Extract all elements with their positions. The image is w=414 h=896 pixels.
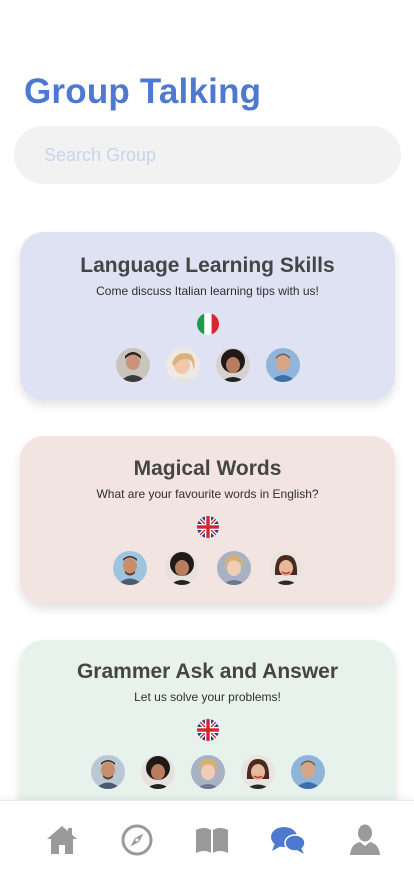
- tab-groups[interactable]: [270, 822, 306, 858]
- group-description: Come discuss Italian learning tips with …: [96, 284, 319, 298]
- member-avatars: [20, 755, 395, 789]
- uk-flag-icon: [196, 516, 219, 538]
- avatar[interactable]: [216, 551, 251, 585]
- avatar[interactable]: [240, 755, 275, 789]
- avatar[interactable]: [268, 551, 303, 585]
- avatar[interactable]: [112, 551, 147, 585]
- avatar[interactable]: [265, 348, 300, 382]
- page-title: Group Talking: [24, 72, 262, 111]
- uk-flag-icon: [196, 719, 219, 741]
- bottom-tab-bar: [0, 800, 414, 896]
- group-description: Let us solve your problems!: [134, 690, 281, 704]
- avatar[interactable]: [140, 755, 175, 789]
- avatar[interactable]: [115, 348, 150, 382]
- compass-icon: [121, 824, 153, 856]
- italy-flag-icon: [196, 313, 219, 335]
- chat-bubbles-icon: [271, 827, 306, 854]
- tab-home[interactable]: [44, 822, 80, 858]
- tab-library[interactable]: [194, 822, 230, 858]
- tab-profile[interactable]: [347, 822, 383, 858]
- group-card-grammer-ask-and-answer[interactable]: Grammer Ask and Answer Let us solve your…: [20, 640, 395, 818]
- avatar[interactable]: [165, 348, 200, 382]
- avatar[interactable]: [90, 755, 125, 789]
- group-title: Language Learning Skills: [80, 254, 335, 277]
- search-input[interactable]: [14, 126, 401, 184]
- avatar[interactable]: [164, 551, 199, 585]
- group-title: Grammer Ask and Answer: [76, 660, 339, 683]
- member-avatars: [20, 348, 395, 382]
- group-card-magical-words[interactable]: Magical Words What are your favourite wo…: [20, 436, 395, 604]
- group-title: Magical Words: [133, 457, 282, 480]
- avatar[interactable]: [290, 755, 325, 789]
- avatar[interactable]: [215, 348, 250, 382]
- home-icon: [47, 826, 77, 854]
- tab-explore[interactable]: [119, 822, 155, 858]
- avatar[interactable]: [190, 755, 225, 789]
- profile-icon: [350, 824, 380, 855]
- member-avatars: [20, 551, 395, 585]
- book-icon: [196, 828, 228, 853]
- group-card-language-learning-skills[interactable]: Language Learning Skills Come discuss It…: [20, 232, 395, 400]
- group-description: What are your favourite words in English…: [96, 487, 319, 501]
